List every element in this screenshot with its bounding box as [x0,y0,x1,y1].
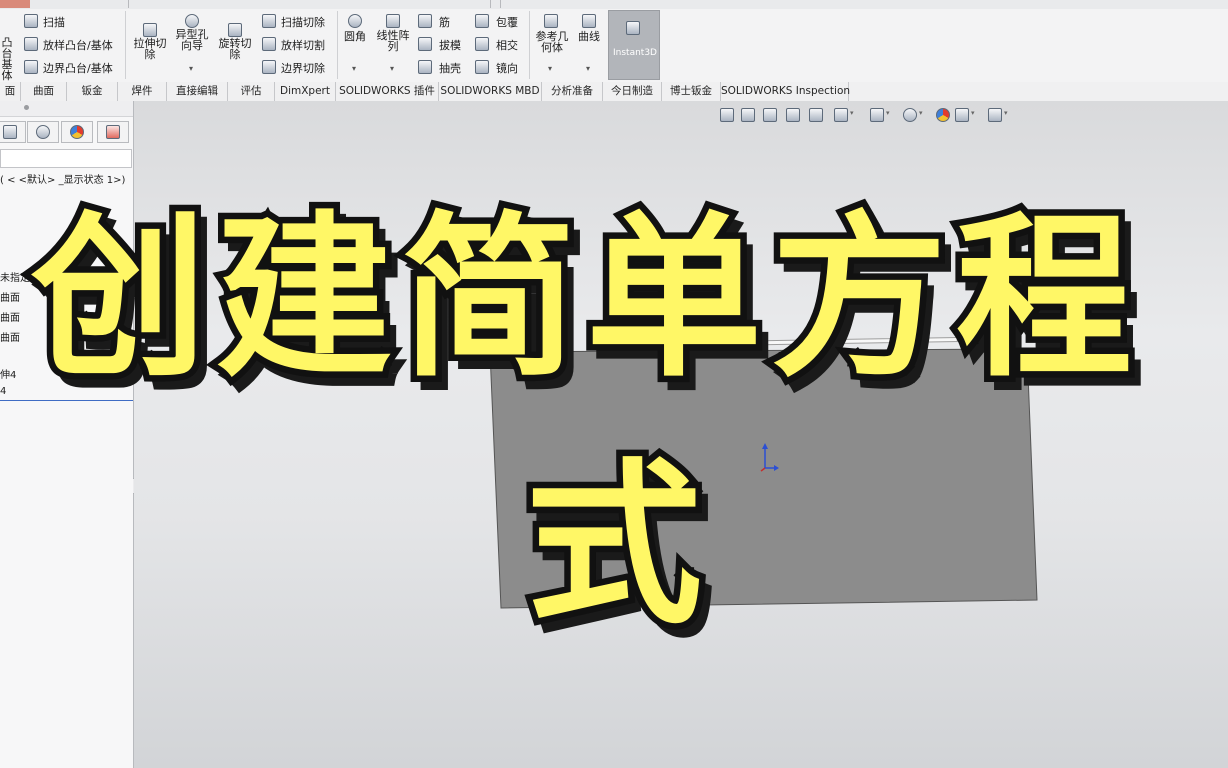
hole-wizard-dropdown-icon[interactable]: ▾ [189,64,193,73]
lofted-cut-label: 放样切割 [281,39,325,52]
tab-dimxpert[interactable]: DimXpert [275,82,336,101]
tree-item-surface-2[interactable]: 曲面 [0,309,20,324]
rib-icon [418,14,432,28]
reference-geometry-icon [544,14,558,28]
linear-pattern-icon [386,14,400,28]
instant3d-button[interactable]: Instant3D [608,10,660,80]
tab-property-manager[interactable] [0,121,26,143]
loft-boss-label: 放样凸台/基体 [43,39,113,52]
active-document-tab[interactable] [0,0,30,8]
boundary-cut-icon [262,60,276,74]
tree-config-label: ( < <默认> _显示状态 1>) [0,175,126,186]
boundary-boss-label: 边界凸台/基体 [43,62,113,75]
tab-solidworks-inspection[interactable]: SOLIDWORKS Inspection [721,82,850,101]
extruded-boss-label-1: 凸台 [1,36,13,60]
tab-sheet-metal[interactable]: 钣金 [67,82,118,101]
tab-analysis-prep[interactable]: 分析准备 [542,82,603,101]
extruded-cut-label: 拉伸切除 [133,37,167,61]
instant3d-icon [626,21,640,35]
appearance-sphere-icon [70,125,84,139]
intersect-label: 相交 [496,39,518,52]
crosshair-icon [36,125,50,139]
mirror-icon [475,60,489,74]
linear-pattern-label: 线性阵列 [376,29,410,53]
draft-icon [418,37,432,51]
tab-display-manager[interactable] [61,121,93,143]
revolved-cut-label: 旋转切除 [218,37,252,61]
panel-grip[interactable] [0,101,133,117]
intersect-icon [475,37,489,51]
extruded-boss-label-2: 基体 [1,58,13,82]
tree-filter-input[interactable] [0,149,132,168]
title-line2: 式 [526,443,712,648]
linear-pattern-dropdown-icon[interactable]: ▾ [390,64,394,73]
lofted-cut-icon [262,37,276,51]
command-manager-ribbon: 凸台 基体 扫描 放样凸台/基体 边界凸台/基体 拉伸切除 异型孔向导 ▾ 旋转… [0,9,1228,83]
sweep-label: 扫描 [43,16,65,29]
tab-configuration-manager[interactable] [27,121,59,143]
tree-item-surface-3[interactable]: 曲面 [0,329,20,344]
curves-label: 曲线 [578,30,600,43]
boundary-boss-icon [24,60,38,74]
revolved-cut-icon [228,23,242,37]
reference-geometry-dropdown-icon[interactable]: ▾ [548,64,552,73]
tree-item-unspecified[interactable]: 未指定 [0,269,30,284]
property-manager-icon [3,125,17,139]
instant3d-label: Instant3D [613,48,657,58]
extruded-boss-button[interactable]: 凸台 基体 [0,37,14,81]
shell-label: 抽壳 [439,62,461,75]
tab-solidworks-mbd[interactable]: SOLIDWORKS MBD [439,82,542,101]
tree-item-extrude-4[interactable]: 伸4 [0,366,16,381]
tab-dimxpert-manager[interactable] [97,121,129,143]
shell-icon [418,60,432,74]
tab-doctor-sheet-metal[interactable]: 博士钣金 [662,82,721,101]
extruded-cut-icon [143,23,157,37]
title-line1: 创建简单方程 [31,196,1142,401]
fillet-label: 圆角 [344,30,366,43]
loft-icon [24,37,38,51]
draft-label: 拔模 [439,39,461,52]
hole-wizard-label: 异型孔向导 [175,28,209,52]
fillet-icon [348,14,362,28]
tree-item-surface-1[interactable]: 曲面 [0,289,20,304]
swept-cut-label: 扫描切除 [281,16,325,29]
tab-evaluate[interactable]: 评估 [228,82,275,101]
tab-solidworks-addins[interactable]: SOLIDWORKS 插件 [336,82,439,101]
tab-weldments[interactable]: 焊件 [118,82,167,101]
panel-tab-strip [0,119,133,145]
boundary-cut-label: 边界切除 [281,62,325,75]
wrap-icon [475,14,489,28]
rib-label: 筋 [439,16,450,29]
tab-face[interactable]: 面 [0,82,21,101]
reference-geometry-label: 参考几何体 [535,30,569,54]
curves-dropdown-icon[interactable]: ▾ [586,64,590,73]
fillet-dropdown-icon[interactable]: ▾ [352,64,356,73]
tree-item-4[interactable]: 4 [0,386,6,397]
tab-surfaces[interactable]: 曲面 [21,82,67,101]
sweep-icon [24,14,38,28]
origin-triad-icon [760,443,779,472]
tab-direct-editing[interactable]: 直接编辑 [167,82,228,101]
mirror-label: 镜向 [496,62,518,75]
wrap-label: 包覆 [496,16,518,29]
hole-wizard-icon [185,14,199,28]
curves-icon [582,14,596,28]
command-manager-tabs: 面 曲面 钣金 焊件 直接编辑 评估 DimXpert SOLIDWORKS 插… [0,82,1228,102]
tab-today-manufacturing[interactable]: 今日制造 [603,82,662,101]
dimxpert-icon [106,125,120,139]
swept-cut-icon [262,14,276,28]
